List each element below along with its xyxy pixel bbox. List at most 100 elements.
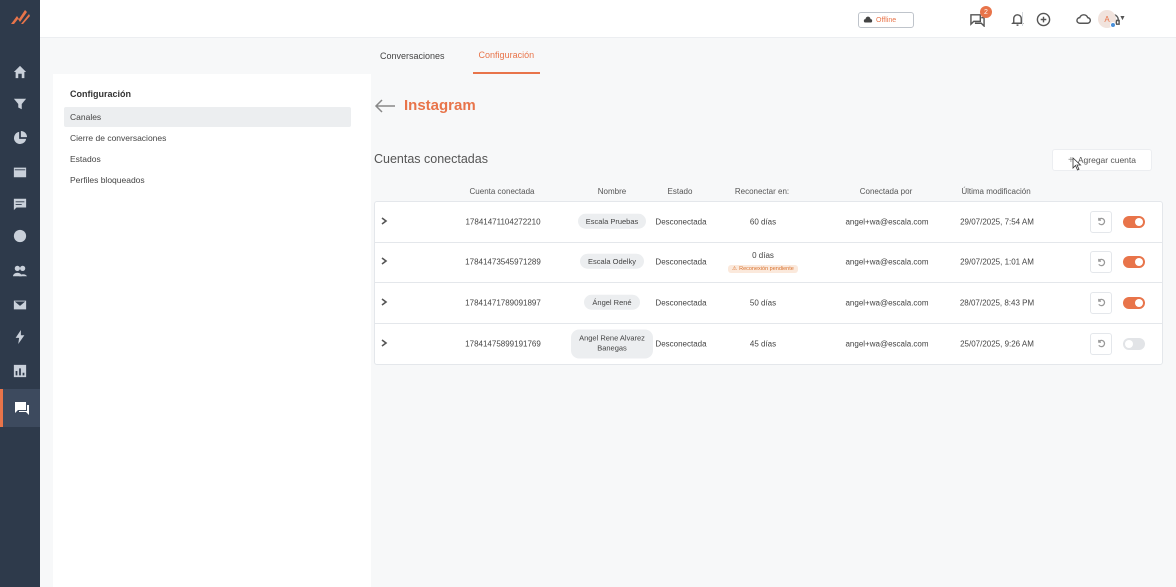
notification-badge: 2 (980, 6, 992, 18)
config-item-estados[interactable]: Estados (64, 149, 351, 169)
status-text: Desconectada (655, 298, 707, 308)
warning-label: Reconexión pendiente (739, 266, 794, 273)
add-account-label: Agregar cuenta (1077, 155, 1136, 165)
mouse-cursor-icon (1072, 157, 1082, 171)
config-item-canales[interactable]: Canales (64, 107, 351, 127)
chevron-down-icon[interactable]: ▼ (1119, 15, 1126, 22)
reconnect-button[interactable] (1090, 210, 1112, 233)
modified-date: 25/07/2025, 9:26 AM (960, 339, 1034, 349)
status-dot (1110, 22, 1116, 28)
table-row[interactable]: 17841473545971289 Escala Odelky Desconec… (375, 243, 1162, 283)
chevron-right-icon[interactable] (380, 339, 388, 349)
chevron-right-icon[interactable] (380, 298, 388, 308)
reconnect-button[interactable] (1090, 251, 1112, 274)
refresh-icon (1097, 298, 1105, 307)
reconnect-days: 45 días (749, 339, 777, 349)
name-cell: Escala Odelky (571, 254, 653, 269)
name-cell: Ángel René (571, 294, 653, 310)
page-title: Instagram (404, 97, 476, 114)
message-icon[interactable] (10, 194, 30, 214)
status-text: Desconectada (655, 217, 707, 227)
name-chip: Ángel René (584, 294, 640, 310)
warning-icon: ⚠ (732, 266, 738, 273)
divider (1022, 12, 1023, 26)
enabled-toggle[interactable] (1123, 296, 1145, 309)
warning-badge: ⚠ Reconexión pendiente (728, 265, 798, 274)
name-chip: Escala Pruebas (577, 213, 647, 229)
account-id: 17841471104272210 (465, 217, 541, 227)
name-chip: Angel Rene Alvarez Banegas (571, 329, 653, 359)
cloud-icon[interactable] (1074, 10, 1092, 28)
add-account-button[interactable]: + Agregar cuenta (1052, 149, 1152, 171)
tabs: Conversaciones Configuración (380, 38, 568, 74)
offline-label: Offline (876, 16, 897, 24)
top-bar (40, 0, 1176, 38)
chevron-right-icon[interactable] (380, 257, 388, 267)
connected-by: angel+wa@escala.com (845, 217, 929, 227)
column-header: Cuenta conectada (469, 187, 535, 196)
inbox-icon[interactable] (10, 162, 30, 182)
bolt-icon[interactable] (10, 327, 30, 347)
conversations-icon[interactable]: 2 (968, 6, 992, 28)
sidebar (0, 0, 40, 587)
contacts-icon[interactable] (10, 261, 30, 281)
column-header: Nombre (597, 187, 627, 196)
table-row[interactable]: 17841471789091897 Ángel René Desconectad… (375, 283, 1162, 324)
table-row[interactable]: 17841471104272210 Escala Pruebas Descone… (375, 202, 1162, 243)
filter-icon[interactable] (10, 94, 30, 114)
modified-date: 29/07/2025, 1:01 AM (960, 257, 1034, 267)
cloud-off-icon (863, 16, 873, 23)
status-text: Desconectada (655, 339, 707, 349)
account-id: 17841471789091897 (465, 298, 541, 308)
offline-status-button[interactable]: Offline (858, 12, 914, 28)
analytics-icon[interactable] (10, 226, 30, 246)
reconnect-button[interactable] (1090, 332, 1112, 355)
table-header: Cuenta conectada Nombre Estado Reconecta… (374, 187, 1163, 201)
report-icon[interactable] (10, 361, 30, 381)
enabled-toggle[interactable] (1123, 337, 1145, 350)
reconnect-cell: 0 días ⚠ Reconexión pendiente (715, 251, 811, 274)
enabled-toggle[interactable] (1123, 215, 1145, 228)
modified-date: 29/07/2025, 7:54 AM (960, 217, 1034, 227)
refresh-icon (1097, 258, 1105, 267)
reconnect-days: 50 días (749, 298, 777, 308)
config-item-cierre[interactable]: Cierre de conversaciones (64, 128, 351, 148)
config-item-perfiles[interactable]: Perfiles bloqueados (64, 170, 351, 190)
column-header: Conectada por (859, 187, 913, 196)
reconnect-days: 60 días (749, 217, 777, 227)
name-cell: Angel Rene Alvarez Banegas (571, 329, 653, 359)
account-id: 17841475899191769 (465, 339, 541, 349)
connected-by: angel+wa@escala.com (845, 339, 929, 349)
modified-date: 28/07/2025, 8:43 PM (959, 298, 1035, 308)
table-row[interactable]: 17841475899191769 Angel Rene Alvarez Ban… (375, 324, 1162, 365)
column-header: Última modificación (961, 187, 1031, 196)
pie-chart-icon[interactable] (10, 128, 30, 148)
bell-icon[interactable] (1008, 10, 1026, 28)
column-header: Estado (667, 187, 693, 196)
refresh-icon (1097, 217, 1105, 226)
connected-by: angel+wa@escala.com (845, 298, 929, 308)
add-circle-icon[interactable] (1034, 10, 1052, 28)
name-cell: Escala Pruebas (571, 213, 653, 229)
chat-icon[interactable] (0, 389, 40, 427)
status-text: Desconectada (655, 257, 707, 267)
name-chip: Escala Odelky (580, 254, 644, 269)
connected-by: angel+wa@escala.com (845, 257, 929, 267)
config-title: Configuración (70, 89, 131, 99)
logo-icon[interactable] (9, 8, 31, 26)
home-icon[interactable] (10, 62, 30, 82)
accounts-table: 17841471104272210 Escala Pruebas Descone… (374, 201, 1163, 365)
enabled-toggle[interactable] (1123, 256, 1145, 269)
main-content: Instagram Cuentas conectadas + Agregar c… (374, 74, 1176, 587)
mail-icon[interactable] (10, 295, 30, 315)
chevron-right-icon[interactable] (380, 217, 388, 227)
account-id: 17841473545971289 (465, 257, 541, 267)
section-title: Cuentas conectadas (374, 152, 488, 166)
tab-configuracion[interactable]: Configuración (472, 38, 541, 74)
column-header: Reconectar en: (734, 187, 790, 196)
refresh-icon (1097, 339, 1105, 348)
reconnect-days: 0 días (752, 251, 774, 261)
back-arrow-icon[interactable] (374, 98, 396, 114)
reconnect-button[interactable] (1090, 291, 1112, 314)
tab-conversaciones[interactable]: Conversaciones (380, 38, 445, 74)
